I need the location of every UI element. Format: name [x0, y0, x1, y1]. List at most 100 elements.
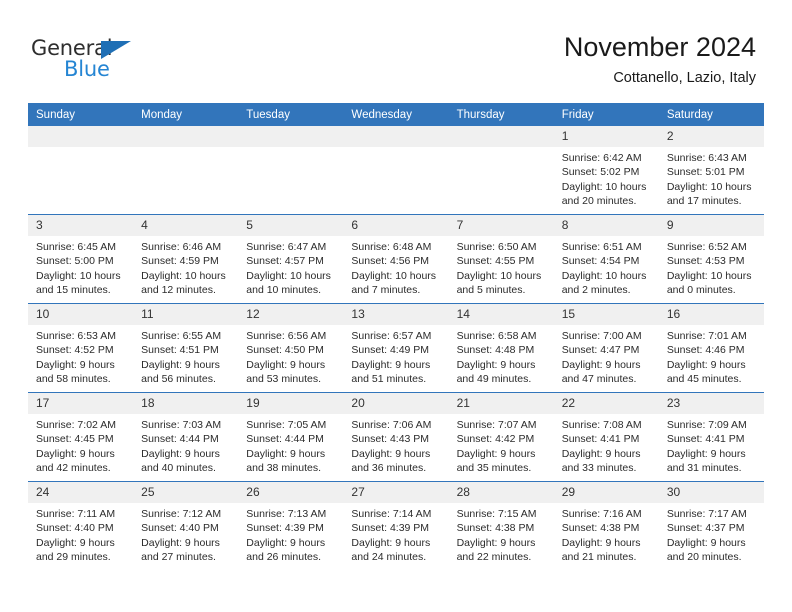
calendar-day-cell[interactable]: 17 Sunrise: 7:02 AM Sunset: 4:45 PM Dayligh… [28, 392, 134, 482]
weekday-header-thursday: Thursday [448, 103, 554, 126]
sunset-text: Sunset: 4:45 PM [36, 433, 114, 446]
day-number: 27 [343, 482, 449, 503]
calendar-day-cell[interactable]: 19 Sunrise: 7:05 AM Sunset: 4:44 PM Dayligh… [238, 392, 344, 482]
day-number: 25 [133, 482, 239, 503]
day-number: 22 [553, 393, 659, 414]
sunrise-text: Sunrise: 7:14 AM [351, 508, 432, 520]
day-number: 15 [553, 304, 659, 325]
day-sun-info: Sunrise: 6:58 AM Sunset: 4:48 PM Daylight:… [449, 325, 554, 387]
calendar-day-cell[interactable]: 1 Sunrise: 6:42 AM Sunset: 5:02 PM Daylight… [553, 126, 659, 215]
sunset-text: Sunset: 4:47 PM [561, 344, 640, 357]
sunset-text: Sunset: 5:00 PM [36, 255, 114, 268]
day-sun-info: Sunrise: 7:08 AM Sunset: 4:41 PM Daylight:… [554, 414, 659, 476]
day-number [28, 126, 134, 147]
day-number: 28 [448, 482, 554, 503]
calendar-day-cell[interactable]: 22 Sunrise: 7:08 AM Sunset: 4:41 PM Dayligh… [553, 392, 659, 482]
weekday-header-tuesday: Tuesday [238, 103, 344, 126]
calendar-day-cell[interactable]: 5 Sunrise: 6:47 AM Sunset: 4:57 PM Daylight… [238, 214, 344, 304]
day-sun-info: Sunrise: 7:05 AM Sunset: 4:44 PM Daylight:… [238, 414, 343, 476]
sunrise-text: Sunrise: 6:43 AM [666, 152, 747, 164]
page-title: November 2024 [563, 32, 756, 62]
daylight-text: Daylight: 10 hours and 7 minutes. [351, 269, 437, 297]
calendar-grid: Sunday Monday Tuesday Wednesday Thursday… [28, 103, 764, 570]
day-sun-info: Sunrise: 7:00 AM Sunset: 4:47 PM Daylight:… [554, 325, 659, 387]
day-number: 19 [238, 393, 344, 414]
day-sun-info: Sunrise: 7:09 AM Sunset: 4:41 PM Daylight:… [659, 414, 764, 476]
daylight-text: Daylight: 10 hours and 15 minutes. [36, 269, 121, 297]
calendar-day-cell[interactable]: 27 Sunrise: 7:14 AM Sunset: 4:39 PM Dayligh… [343, 481, 449, 570]
day-sun-info: Sunrise: 6:45 AM Sunset: 5:00 PM Daylight:… [28, 236, 133, 298]
calendar-day-cell[interactable]: 28 Sunrise: 7:15 AM Sunset: 4:38 PM Dayligh… [448, 481, 554, 570]
sunrise-text: Sunrise: 7:09 AM [666, 419, 747, 431]
day-sun-info: Sunrise: 7:13 AM Sunset: 4:39 PM Daylight:… [238, 503, 343, 565]
sunset-text: Sunset: 4:51 PM [141, 344, 219, 357]
calendar-week-row: 1 Sunrise: 6:42 AM Sunset: 5:02 PM Daylight… [28, 126, 764, 215]
sunrise-text: Sunrise: 6:50 AM [456, 241, 537, 253]
calendar-day-cell[interactable]: 3 Sunrise: 6:45 AM Sunset: 5:00 PM Daylight… [28, 214, 134, 304]
sunset-text: Sunset: 4:38 PM [456, 522, 535, 535]
day-number: 29 [553, 482, 659, 503]
sunrise-text: Sunrise: 6:42 AM [561, 152, 642, 164]
calendar-day-cell[interactable]: 29 Sunrise: 7:16 AM Sunset: 4:38 PM Dayligh… [553, 481, 659, 570]
day-sun-info: Sunrise: 6:56 AM Sunset: 4:50 PM Daylight:… [238, 325, 343, 387]
sunrise-text: Sunrise: 7:12 AM [141, 508, 222, 520]
day-number: 6 [343, 215, 449, 236]
calendar-day-cell[interactable]: 18 Sunrise: 7:03 AM Sunset: 4:44 PM Dayligh… [133, 392, 239, 482]
calendar-day-cell[interactable]: 12 Sunrise: 6:56 AM Sunset: 4:50 PM Dayligh… [238, 303, 344, 393]
calendar-day-cell[interactable]: 26 Sunrise: 7:13 AM Sunset: 4:39 PM Dayligh… [238, 481, 344, 570]
title-block: November 2024 Cottanello, Lazio, Italy [564, 30, 756, 89]
calendar-day-cell[interactable]: 2 Sunrise: 6:43 AM Sunset: 5:01 PM Daylight… [658, 126, 764, 215]
sunrise-text: Sunrise: 6:47 AM [246, 241, 327, 253]
weekday-header-sunday: Sunday [28, 103, 134, 126]
calendar-day-cell[interactable]: 16 Sunrise: 7:01 AM Sunset: 4:46 PM Dayligh… [658, 303, 764, 393]
day-sun-info: Sunrise: 6:47 AM Sunset: 4:57 PM Daylight:… [238, 236, 343, 298]
day-number [133, 126, 239, 147]
day-number: 17 [28, 393, 134, 414]
day-sun-info: Sunrise: 7:17 AM Sunset: 4:37 PM Daylight:… [659, 503, 764, 565]
calendar-day-cell[interactable]: 14 Sunrise: 6:58 AM Sunset: 4:48 PM Dayligh… [448, 303, 554, 393]
day-sun-info: Sunrise: 7:15 AM Sunset: 4:38 PM Daylight:… [449, 503, 554, 565]
day-number: 18 [133, 393, 239, 414]
day-number: 23 [658, 393, 764, 414]
calendar-day-cell[interactable]: 23 Sunrise: 7:09 AM Sunset: 4:41 PM Dayligh… [658, 392, 764, 482]
calendar-day-cell[interactable]: 15 Sunrise: 7:00 AM Sunset: 4:47 PM Dayligh… [553, 303, 659, 393]
day-sun-info: Sunrise: 6:43 AM Sunset: 5:01 PM Daylight:… [659, 147, 764, 209]
calendar-day-cell[interactable]: 13 Sunrise: 6:57 AM Sunset: 4:49 PM Dayligh… [343, 303, 449, 393]
calendar-day-cell[interactable]: 9 Sunrise: 6:52 AM Sunset: 4:53 PM Daylight… [658, 214, 764, 304]
calendar-week-row: 10 Sunrise: 6:53 AM Sunset: 4:52 PM Dayligh… [28, 303, 764, 393]
calendar-day-cell[interactable]: 30 Sunrise: 7:17 AM Sunset: 4:37 PM Dayligh… [658, 481, 764, 570]
sunrise-text: Sunrise: 6:55 AM [141, 330, 222, 342]
calendar-day-cell[interactable]: 11 Sunrise: 6:55 AM Sunset: 4:51 PM Dayligh… [133, 303, 239, 393]
calendar-day-cell[interactable]: 6 Sunrise: 6:48 AM Sunset: 4:56 PM Daylight… [343, 214, 449, 304]
calendar-day-cell[interactable]: 4 Sunrise: 6:46 AM Sunset: 4:59 PM Daylight… [133, 214, 239, 304]
weekday-header-row: Sunday Monday Tuesday Wednesday Thursday… [28, 103, 764, 126]
day-number: 1 [553, 126, 659, 147]
calendar-day-cell-empty [448, 126, 554, 215]
sunrise-text: Sunrise: 6:45 AM [36, 241, 116, 253]
daylight-text: Daylight: 10 hours and 2 minutes. [561, 269, 647, 297]
day-number: 10 [28, 304, 134, 325]
daylight-text: Daylight: 9 hours and 26 minutes. [246, 536, 326, 564]
sunrise-text: Sunrise: 7:06 AM [351, 419, 432, 431]
sunset-text: Sunset: 4:41 PM [561, 433, 640, 446]
daylight-text: Daylight: 9 hours and 36 minutes. [351, 447, 431, 475]
calendar-day-cell[interactable]: 24 Sunrise: 7:11 AM Sunset: 4:40 PM Dayligh… [28, 481, 134, 570]
weekday-header-monday: Monday [133, 103, 239, 126]
sunset-text: Sunset: 4:43 PM [351, 433, 430, 446]
calendar-day-cell[interactable]: 10 Sunrise: 6:53 AM Sunset: 4:52 PM Dayligh… [28, 303, 134, 393]
sunset-text: Sunset: 4:54 PM [561, 255, 640, 268]
calendar-day-cell[interactable]: 21 Sunrise: 7:07 AM Sunset: 4:42 PM Dayligh… [448, 392, 554, 482]
day-sun-info: Sunrise: 6:46 AM Sunset: 4:59 PM Daylight:… [133, 236, 238, 298]
day-number: 3 [28, 215, 134, 236]
calendar-day-cell[interactable]: 8 Sunrise: 6:51 AM Sunset: 4:54 PM Daylight… [553, 214, 659, 304]
calendar-week-row: 24 Sunrise: 7:11 AM Sunset: 4:40 PM Dayligh… [28, 481, 764, 570]
day-sun-info: Sunrise: 6:52 AM Sunset: 4:53 PM Daylight:… [659, 236, 764, 298]
day-sun-info: Sunrise: 7:14 AM Sunset: 4:39 PM Daylight:… [343, 503, 448, 565]
calendar-day-cell[interactable]: 7 Sunrise: 6:50 AM Sunset: 4:55 PM Daylight… [448, 214, 554, 304]
calendar-day-cell[interactable]: 25 Sunrise: 7:12 AM Sunset: 4:40 PM Dayligh… [133, 481, 239, 570]
logo-text-blue: Blue [64, 57, 110, 81]
calendar-day-cell[interactable]: 20 Sunrise: 7:06 AM Sunset: 4:43 PM Dayligh… [343, 392, 449, 482]
day-number: 9 [658, 215, 764, 236]
daylight-text: Daylight: 9 hours and 47 minutes. [561, 358, 641, 386]
sunset-text: Sunset: 4:56 PM [351, 255, 430, 268]
